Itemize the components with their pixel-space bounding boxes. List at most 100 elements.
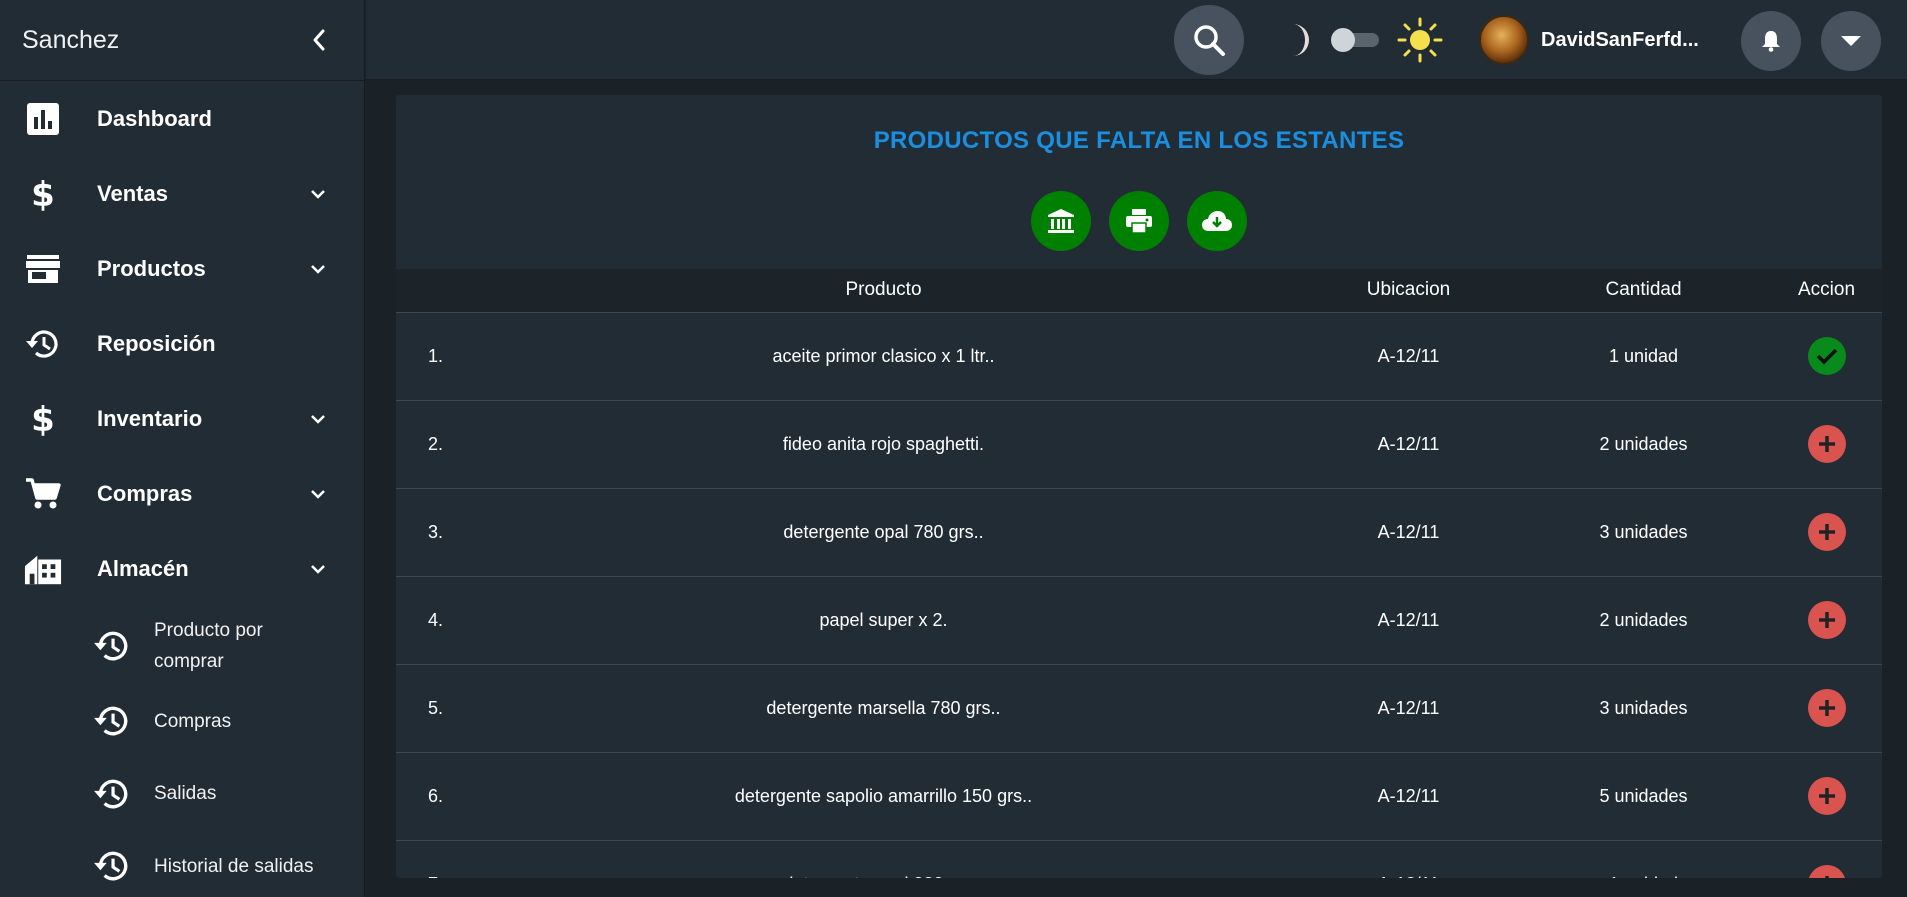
plus-icon (1818, 436, 1835, 452)
plus-icon (1818, 612, 1835, 628)
toggle-knob (1331, 28, 1355, 52)
username: DavidSanFerfd... (1541, 28, 1699, 51)
row-accion (1771, 488, 1882, 576)
sidebar-subitem-producto-por-comprar[interactable]: Producto por comprar (0, 606, 364, 686)
products-card: PRODUCTOS QUE FALTA EN LOS ESTANTES Prod… (396, 95, 1882, 878)
table-header-cantidad: Cantidad (1605, 279, 1682, 301)
moon-icon (1293, 24, 1309, 56)
sidebar-subitem-compras[interactable]: Compras (0, 686, 364, 756)
search-icon (1194, 25, 1225, 56)
bank-button[interactable] (1031, 191, 1091, 251)
sidebar-item-label: Dashboard (97, 105, 212, 131)
row-ubicacion: A-12/11 (1377, 433, 1440, 454)
print-button[interactable] (1109, 191, 1169, 251)
page-title: PRODUCTOS QUE FALTA EN LOS ESTANTES (873, 127, 1405, 154)
row-ubicacion: A-12/11 (1377, 609, 1440, 630)
table-header-accion: Accion (1797, 279, 1856, 301)
sun-icon (1397, 17, 1443, 63)
chevron-down-icon (306, 482, 330, 506)
cloud-download-icon (1202, 211, 1232, 231)
plus-icon (1818, 524, 1835, 540)
history-icon (92, 774, 132, 814)
table-row: 4. papel super x 2. A-12/11 2 unidades (396, 576, 1882, 664)
dropdown-menu-button[interactable] (1821, 11, 1881, 71)
search-button[interactable] (1174, 5, 1244, 75)
sidebar-item-label: Reposición (97, 330, 216, 356)
chevron-down-icon (306, 407, 330, 431)
row-accion (1771, 400, 1882, 488)
bank-icon (1048, 209, 1074, 233)
plus-icon (1818, 700, 1835, 716)
table-row: 6. detergente sapolio amarrillo 150 grs.… (396, 752, 1882, 840)
sidebar-item-reposicion[interactable]: Reposición (0, 306, 364, 381)
row-number: 7. (396, 840, 466, 878)
sidebar-item-dashboard[interactable]: Dashboard (0, 81, 364, 156)
add-button[interactable] (1807, 865, 1846, 878)
sidebar-item-compras[interactable]: Compras (0, 456, 364, 531)
row-ubicacion: A-12/11 (1377, 785, 1440, 806)
row-ubicacion: A-12/11 (1377, 521, 1440, 542)
add-button[interactable] (1807, 601, 1846, 639)
row-ubicacion: A-12/11 (1377, 697, 1440, 718)
collapse-sidebar-button[interactable] (304, 25, 334, 55)
row-cantidad: 5 unidades (1599, 785, 1688, 806)
sidebar-item-label: Inventario (97, 405, 203, 431)
top-bar: DavidSanFerfd... (366, 0, 1907, 80)
row-accion (1771, 664, 1882, 752)
row-accion (1771, 840, 1882, 878)
sidebar-item-productos[interactable]: Productos (0, 231, 364, 306)
sidebar-subitem-historial-de-salidas[interactable]: Historial de salidas (0, 831, 364, 897)
row-producto: aceite primor clasico x 1 ltr.. (772, 345, 995, 366)
bell-icon (1762, 31, 1780, 52)
sidebar-subitem-label: Compras (154, 710, 232, 732)
user-menu[interactable]: DavidSanFerfd... (1479, 14, 1711, 66)
chevron-down-icon (306, 182, 330, 206)
add-button[interactable] (1807, 513, 1846, 551)
row-number: 6. (428, 785, 444, 806)
cloud-download-button[interactable] (1187, 191, 1247, 251)
mark-done-button[interactable] (1807, 337, 1846, 375)
sidebar-subitem-label: Historial de salidas (154, 855, 314, 877)
row-producto: detergente opal 380 grs.. (466, 840, 1301, 878)
sidebar-item-inventario[interactable]: $ Inventario (0, 381, 364, 456)
row-number: 4. (428, 609, 444, 630)
check-icon (1816, 348, 1837, 365)
notifications-button[interactable] (1741, 11, 1801, 71)
row-number: 3. (428, 521, 444, 542)
row-producto: detergente marsella 780 grs.. (766, 697, 1001, 718)
add-button[interactable] (1807, 425, 1846, 463)
dollar-icon: $ (24, 400, 62, 438)
chevron-down-icon (306, 557, 330, 581)
table-row: 2. fideo anita rojo spaghetti. A-12/11 2… (396, 400, 1882, 488)
row-cantidad: 2 unidades (1599, 433, 1688, 454)
dollar-icon: $ (24, 175, 62, 213)
row-number: 1. (428, 345, 444, 366)
table-header-row: Producto Ubicacion Cantidad Accion (396, 269, 1882, 312)
row-cantidad: 3 unidades (1599, 521, 1688, 542)
sidebar-subitem-label: Producto por comprar (154, 615, 263, 677)
row-number: 2. (428, 433, 444, 454)
sidebar-header: Sanchez (0, 0, 364, 81)
row-accion (1771, 752, 1882, 840)
row-accion (1771, 312, 1882, 400)
row-cantidad: 1 unidad (1516, 840, 1771, 878)
bar-chart-icon (24, 100, 62, 138)
products-table: Producto Ubicacion Cantidad Accion 1. ac… (396, 269, 1882, 878)
table-row: 7. detergente opal 380 grs.. A-12/11 1 u… (396, 840, 1882, 878)
sidebar-item-ventas[interactable]: $ Ventas (0, 156, 364, 231)
store-icon (24, 250, 62, 288)
warehouse-icon (24, 550, 62, 588)
svg-text:$: $ (31, 176, 55, 212)
sidebar-subitem-label-line2: comprar (154, 651, 224, 672)
table-row: 1. aceite primor clasico x 1 ltr.. A-12/… (396, 312, 1882, 400)
add-button[interactable] (1807, 689, 1846, 727)
brand-name: Sanchez (22, 25, 120, 54)
row-number: 5. (428, 697, 444, 718)
sidebar-subitem-salidas[interactable]: Salidas (0, 756, 364, 831)
theme-toggle[interactable] (1331, 27, 1379, 53)
add-button[interactable] (1807, 777, 1846, 815)
sidebar-item-almacen[interactable]: Almacén (0, 531, 364, 606)
chevron-left-icon (313, 29, 325, 51)
row-ubicacion: A-12/11 (1301, 840, 1516, 878)
cart-icon (24, 475, 62, 513)
